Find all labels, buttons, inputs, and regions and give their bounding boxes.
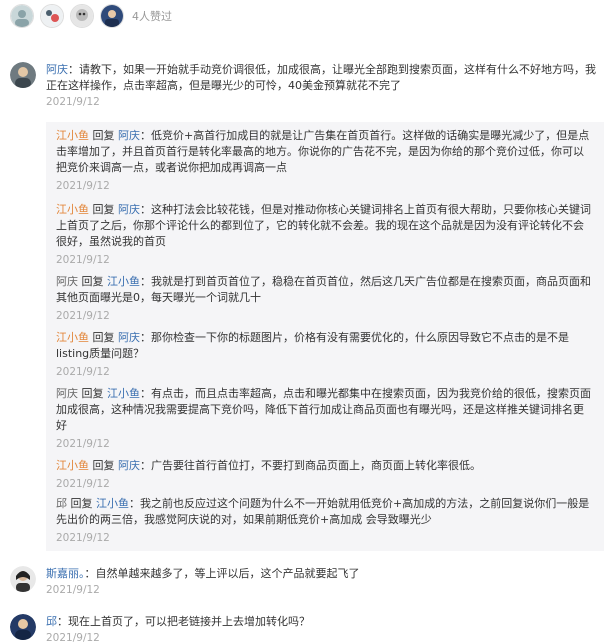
reply-date: 2021/9/12 [56,532,110,544]
reply-date: 2021/9/12 [56,254,110,266]
comment-body: ：现在上首页了，可以把老链接并上去增加转化吗？ [57,615,310,628]
reply-body: ：广告要往首行首位打，不要打到商品页面上，商页面上转化率很低。 [140,459,481,472]
comment-text: 斯嘉丽。：自然单越来越多了，等上评以后，这个产品就要起飞了 [46,566,605,582]
comment-author[interactable]: 阿庆 [46,63,68,76]
avatar[interactable] [10,566,36,592]
comment-item: 邱：现在上首页了，可以把老链接并上去增加转化吗？ 2021/9/12 [10,614,605,644]
reply-date: 2021/9/12 [56,366,110,378]
avatar[interactable] [100,4,124,28]
replies-panel: 江小鱼 回复 阿庆：低竞价+高首行加成目的就是让广告集在首页首行。这样做的话确实… [46,122,604,551]
reply-target[interactable]: 阿庆 [118,331,140,344]
reply-verb: 回复 [92,129,115,142]
reply-target[interactable]: 阿庆 [118,459,140,472]
avatar[interactable] [70,4,94,28]
reply-author[interactable]: 江小鱼 [56,129,89,142]
comment-body: ：自然单越来越多了，等上评以后，这个产品就要起飞了 [84,567,360,580]
reply-text: 江小鱼 回复 阿庆：低竞价+高首行加成目的就是让广告集在首页首行。这样做的话确实… [56,128,594,176]
comment-author[interactable]: 邱 [46,615,57,628]
reply-date: 2021/9/12 [56,478,110,490]
comment-text: 邱：现在上首页了，可以把老链接并上去增加转化吗？ [46,614,605,630]
reply-author[interactable]: 江小鱼 [56,203,89,216]
reply-target[interactable]: 阿庆 [118,129,140,142]
comment-author[interactable]: 斯嘉丽。 [46,567,85,580]
avatar[interactable] [10,614,36,640]
reply-text: 阿庆 回复 江小鱼：我就是打到首页首位了，稳稳在首页首位，然后这几天广告位都是在… [56,274,594,306]
reply-text: 江小鱼 回复 阿庆：那你检查一下你的标题图片，价格有没有需要优化的，什么原因导致… [56,330,594,362]
reply-date: 2021/9/12 [56,180,110,192]
reply-item: 江小鱼 回复 阿庆：低竞价+高首行加成目的就是让广告集在首页首行。这样做的话确实… [56,128,594,194]
reply-text: 江小鱼 回复 阿庆：广告要往首行首位打，不要打到商品页面上，商页面上转化率很低。 [56,458,594,474]
comment-item: 阿庆：请教下，如果一开始就手动竞价调很低，加成很高，让曝光全部跑到搜索页面，这样… [10,62,605,108]
liked-by-row: 4人赞过 [10,4,172,28]
reply-verb: 回复 [81,387,104,400]
reply-author[interactable]: 邱 [56,497,67,510]
comment-body: ：请教下，如果一开始就手动竞价调很低，加成很高，让曝光全部跑到搜索页面，这样有什… [46,63,596,92]
reply-target[interactable]: 江小鱼 [107,387,140,400]
reply-text: 邱 回复 江小鱼：我之前也反应过这个问题为什么不一开始就用低竞价+高加成的方法，… [56,496,594,528]
reply-author[interactable]: 江小鱼 [56,331,89,344]
reply-date: 2021/9/12 [56,438,110,450]
comment-date: 2021/9/12 [46,584,100,596]
reply-item: 江小鱼 回复 阿庆：那你检查一下你的标题图片，价格有没有需要优化的，什么原因导致… [56,330,594,380]
reply-verb: 回复 [92,331,115,344]
reply-verb: 回复 [92,203,115,216]
reply-text: 阿庆 回复 江小鱼：有点击，而且点击率超高，点击和曝光都集中在搜索页面，因为我竞… [56,386,594,434]
reply-author[interactable]: 江小鱼 [56,459,89,472]
reply-item: 江小鱼 回复 阿庆：广告要往首行首位打，不要打到商品页面上，商页面上转化率很低。… [56,458,594,492]
reply-item: 江小鱼 回复 阿庆：这种打法会比较花钱，但是对推动你核心关键词排名上首页有很大帮… [56,202,594,268]
reply-item: 邱 回复 江小鱼：我之前也反应过这个问题为什么不一开始就用低竞价+高加成的方法，… [56,496,594,546]
liked-count: 4人赞过 [132,10,172,23]
reply-author[interactable]: 阿庆 [56,387,78,400]
reply-item: 阿庆 回复 江小鱼：我就是打到首页首位了，稳稳在首页首位，然后这几天广告位都是在… [56,274,594,324]
avatar[interactable] [40,4,64,28]
comment-date: 2021/9/12 [46,96,100,108]
comment-item: 斯嘉丽。：自然单越来越多了，等上评以后，这个产品就要起飞了 2021/9/12 [10,566,605,596]
reply-body: ：我之前也反应过这个问题为什么不一开始就用低竞价+高加成的方法，之前回复说你们一… [56,497,590,526]
reply-target[interactable]: 阿庆 [118,203,140,216]
reply-target[interactable]: 江小鱼 [107,275,140,288]
comment-date: 2021/9/12 [46,632,100,644]
reply-target[interactable]: 江小鱼 [96,497,129,510]
comment-text: 阿庆：请教下，如果一开始就手动竞价调很低，加成很高，让曝光全部跑到搜索页面，这样… [46,62,605,94]
avatar[interactable] [10,62,36,88]
reply-verb: 回复 [92,459,115,472]
reply-author[interactable]: 阿庆 [56,275,78,288]
reply-verb: 回复 [70,497,93,510]
reply-item: 阿庆 回复 江小鱼：有点击，而且点击率超高，点击和曝光都集中在搜索页面，因为我竞… [56,386,594,452]
avatar[interactable] [10,4,34,28]
reply-date: 2021/9/12 [56,310,110,322]
reply-verb: 回复 [81,275,104,288]
reply-text: 江小鱼 回复 阿庆：这种打法会比较花钱，但是对推动你核心关键词排名上首页有很大帮… [56,202,594,250]
